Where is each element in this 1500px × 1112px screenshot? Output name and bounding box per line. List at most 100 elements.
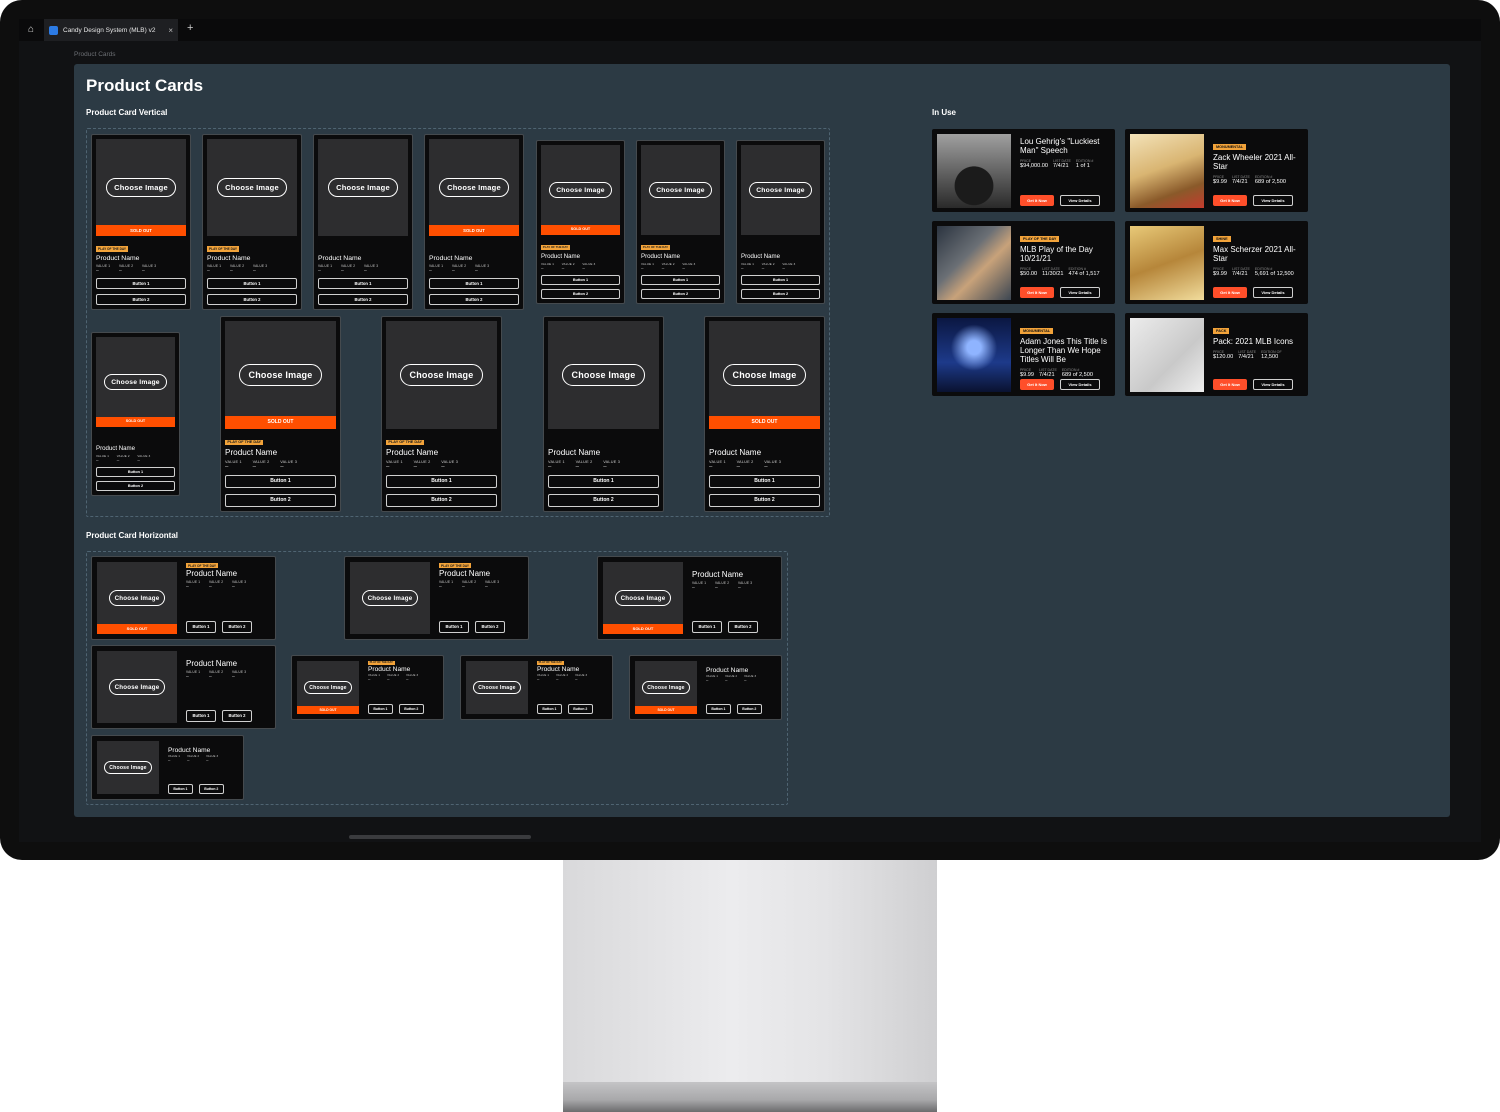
product-card-horizontal[interactable]: Choose Image PLAY OF THE DAY Product Name V…: [460, 655, 613, 720]
button-1[interactable]: Button 1: [207, 278, 297, 289]
button-2[interactable]: Button 2: [429, 294, 519, 305]
product-card-horizontal[interactable]: Choose Image SOLD OUT PLAY OF THE DAY Produ…: [91, 556, 276, 640]
button-1[interactable]: Button 1: [741, 274, 820, 285]
button-2[interactable]: Button 2: [541, 289, 620, 299]
in-use-card[interactable]: MONUMENTAL Adam Jones This Title Is Longe…: [932, 313, 1115, 396]
view-details-button[interactable]: View Details: [1253, 287, 1293, 298]
button-1[interactable]: Button 1: [548, 474, 659, 488]
in-use-card[interactable]: Lou Gehrig's "Luckiest Man" Speech PRICE $…: [932, 129, 1115, 212]
image-placeholder[interactable]: Choose Image SOLD OUT: [635, 661, 697, 714]
collectible-image[interactable]: [937, 134, 1011, 208]
collectible-image[interactable]: [937, 226, 1011, 300]
button-1[interactable]: Button 1: [709, 474, 820, 488]
get-it-now-button[interactable]: Get It Now: [1213, 287, 1247, 298]
in-use-card[interactable]: SHINE Max Scherzer 2021 All-Star PRICE $9.9…: [1125, 221, 1308, 304]
image-placeholder[interactable]: Choose Image SOLD OUT: [97, 562, 177, 634]
product-card-vertical[interactable]: Choose Image SOLD OUT Product Name VALUE 1–…: [424, 134, 524, 310]
choose-image-button[interactable]: Choose Image: [304, 680, 352, 695]
button-1[interactable]: Button 1: [429, 278, 519, 289]
button-1[interactable]: Button 1: [692, 621, 722, 633]
product-card-vertical[interactable]: Choose Image SOLD OUT PLAY OF THE DAY Produ…: [536, 140, 625, 304]
button-1[interactable]: Button 1: [439, 621, 469, 633]
product-card-horizontal[interactable]: Choose Image SOLD OUT PLAY OF THE DAY Produ…: [291, 655, 444, 720]
button-2[interactable]: Button 2: [567, 704, 593, 715]
choose-image-button[interactable]: Choose Image: [642, 680, 690, 695]
image-placeholder[interactable]: Choose Image: [548, 321, 659, 429]
product-cards-frame[interactable]: Product Cards Product Card Vertical In U…: [74, 64, 1450, 817]
in-use-card[interactable]: MONUMENTAL Zack Wheeler 2021 All-Star PRIC…: [1125, 129, 1308, 212]
get-it-now-button[interactable]: Get It Now: [1020, 379, 1054, 390]
product-card-horizontal[interactable]: Choose Image PLAY OF THE DAY Product Name V…: [344, 556, 529, 640]
choose-image-button[interactable]: Choose Image: [648, 181, 713, 199]
choose-image-button[interactable]: Choose Image: [723, 364, 806, 386]
choose-image-button[interactable]: Choose Image: [108, 679, 166, 695]
frame-label[interactable]: Product Cards: [74, 51, 116, 58]
image-placeholder[interactable]: Choose Image SOLD OUT: [225, 321, 336, 429]
image-placeholder[interactable]: Choose Image SOLD OUT: [96, 337, 175, 427]
choose-image-button[interactable]: Choose Image: [548, 181, 613, 199]
button-1[interactable]: Button 1: [186, 621, 216, 633]
button-2[interactable]: Button 2: [222, 621, 252, 633]
button-2[interactable]: Button 2: [222, 710, 252, 722]
image-placeholder[interactable]: Choose Image: [97, 741, 159, 794]
home-icon[interactable]: ⌂: [25, 24, 37, 36]
button-1[interactable]: Button 1: [641, 274, 720, 285]
choose-image-button[interactable]: Choose Image: [473, 680, 521, 695]
collectible-image[interactable]: [1130, 226, 1204, 300]
choose-image-button[interactable]: Choose Image: [400, 364, 483, 386]
product-card-vertical[interactable]: Choose Image Product Name VALUE 1– VALUE 2–…: [313, 134, 413, 310]
product-card-horizontal[interactable]: Choose Image SOLD OUT Product Name VALUE 1–…: [629, 655, 782, 720]
choose-image-button[interactable]: Choose Image: [104, 760, 152, 775]
image-placeholder[interactable]: Choose Image: [741, 145, 820, 235]
button-2[interactable]: Button 2: [386, 493, 497, 507]
in-use-card[interactable]: PLAY OF THE DAY MLB Play of the Day 10/21…: [932, 221, 1115, 304]
choose-image-button[interactable]: Choose Image: [108, 590, 166, 606]
image-placeholder[interactable]: Choose Image SOLD OUT: [297, 661, 359, 714]
image-placeholder[interactable]: Choose Image: [466, 661, 528, 714]
new-tab-button[interactable]: +: [187, 22, 193, 34]
button-2[interactable]: Button 2: [641, 289, 720, 299]
image-placeholder[interactable]: Choose Image SOLD OUT: [603, 562, 683, 634]
product-card-horizontal[interactable]: Choose Image Product Name VALUE 1– VALUE 2–…: [91, 735, 244, 800]
button-2[interactable]: Button 2: [318, 294, 408, 305]
collectible-image[interactable]: [937, 318, 1011, 392]
choose-image-button[interactable]: Choose Image: [439, 178, 509, 197]
get-it-now-button[interactable]: Get It Now: [1020, 195, 1054, 206]
get-it-now-button[interactable]: Get It Now: [1213, 379, 1247, 390]
choose-image-button[interactable]: Choose Image: [217, 178, 287, 197]
button-2[interactable]: Button 2: [207, 294, 297, 305]
tab-candy-design-system[interactable]: Candy Design System (MLB) v2 ×: [44, 19, 178, 41]
button-2[interactable]: Button 2: [475, 621, 505, 633]
image-placeholder[interactable]: Choose Image: [97, 651, 177, 723]
image-placeholder[interactable]: Choose Image SOLD OUT: [429, 139, 519, 236]
button-1[interactable]: Button 1: [386, 474, 497, 488]
button-1[interactable]: Button 1: [537, 704, 562, 715]
button-2[interactable]: Button 2: [198, 784, 224, 795]
product-card-vertical[interactable]: Choose Image SOLD OUT PLAY OF THE DAY Produ…: [220, 316, 341, 512]
choose-image-button[interactable]: Choose Image: [562, 364, 645, 386]
product-card-vertical[interactable]: Choose Image PLAY OF THE DAY Product Name V…: [202, 134, 302, 310]
choose-image-button[interactable]: Choose Image: [239, 364, 322, 386]
product-card-horizontal[interactable]: Choose Image SOLD OUT Product Name VALUE 1–…: [597, 556, 782, 640]
choose-image-button[interactable]: Choose Image: [361, 590, 419, 606]
button-1[interactable]: Button 1: [706, 704, 731, 715]
button-1[interactable]: Button 1: [186, 710, 216, 722]
button-2[interactable]: Button 2: [96, 481, 175, 491]
choose-image-button[interactable]: Choose Image: [328, 178, 398, 197]
image-placeholder[interactable]: Choose Image: [318, 139, 408, 236]
button-2[interactable]: Button 2: [709, 493, 820, 507]
choose-image-button[interactable]: Choose Image: [106, 178, 176, 197]
get-it-now-button[interactable]: Get It Now: [1020, 287, 1054, 298]
horizontal-scrollbar[interactable]: [349, 835, 531, 839]
button-1[interactable]: Button 1: [96, 278, 186, 289]
product-card-vertical[interactable]: Choose Image SOLD OUT PLAY OF THE DAY Produ…: [91, 134, 191, 310]
image-placeholder[interactable]: Choose Image: [386, 321, 497, 429]
image-placeholder[interactable]: Choose Image: [207, 139, 297, 236]
image-placeholder[interactable]: Choose Image: [350, 562, 430, 634]
view-details-button[interactable]: View Details: [1060, 195, 1100, 206]
button-2[interactable]: Button 2: [96, 294, 186, 305]
close-tab-icon[interactable]: ×: [168, 26, 173, 35]
product-card-vertical[interactable]: Choose Image PLAY OF THE DAY Product Name V…: [381, 316, 502, 512]
button-2[interactable]: Button 2: [741, 289, 820, 299]
choose-image-button[interactable]: Choose Image: [103, 373, 168, 391]
